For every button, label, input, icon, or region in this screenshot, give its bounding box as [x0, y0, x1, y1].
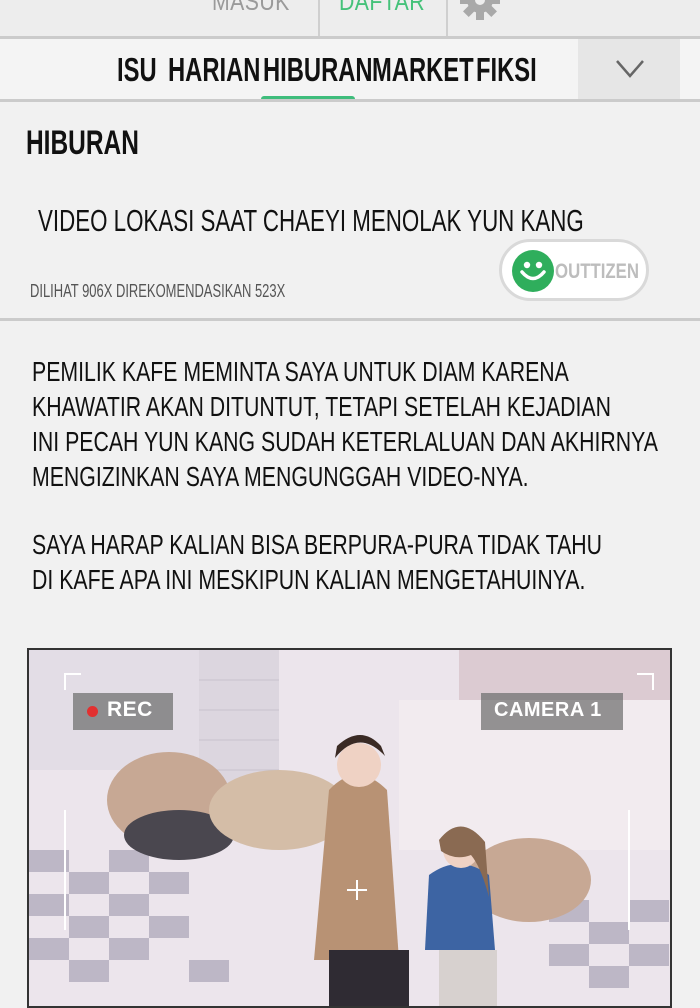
- paragraph-line: MENGIZINKAN SAYA MENGUNGGAH VIDEO-NYA.: [32, 461, 529, 492]
- paragraph: SAYA HARAP KALIAN BISA BERPURA-PURA TIDA…: [32, 527, 700, 597]
- more-categories-button[interactable]: [578, 39, 680, 99]
- comic-panel: REC CAMERA 1: [27, 648, 672, 1008]
- outtizen-badge: OUTTIZEN: [499, 239, 649, 301]
- article-meta: DILIHAT 906X DIREKOMENDASIKAN 523X: [30, 281, 286, 301]
- paragraph-line: PEMILIK KAFE MEMINTA SAYA UNTUK DIAM KAR…: [32, 356, 569, 387]
- paragraph-line: SAYA HARAP KALIAN BISA BERPURA-PURA TIDA…: [32, 529, 603, 560]
- camera-label: CAMERA 1: [494, 699, 602, 721]
- register-link[interactable]: DAFTAR: [339, 0, 425, 17]
- paragraph-line: KHAWATIR AKAN DITUNTUT, TETAPI SETELAH K…: [32, 391, 611, 422]
- smiley-icon: [512, 250, 554, 292]
- chevron-down-icon: [616, 60, 644, 78]
- divider: [446, 0, 448, 36]
- paragraph: PEMILIK KAFE MEMINTA SAYA UNTUK DIAM KAR…: [32, 354, 700, 494]
- gear-icon[interactable]: [458, 0, 502, 22]
- record-dot-icon: [87, 706, 98, 717]
- top-bar: MASUK DAFTAR: [0, 0, 700, 36]
- tab-market[interactable]: MARKET: [372, 53, 474, 87]
- paragraph-line: INI PECAH YUN KANG SUDAH KETERLALUAN DAN…: [32, 426, 658, 457]
- article-title: VIDEO LOKASI SAAT CHAEYI MENOLAK YUN KAN…: [38, 203, 584, 238]
- category-nav: ISU HARIAN HIBURAN MARKET FIKSI: [0, 39, 700, 102]
- divider: [0, 99, 700, 102]
- divider: [0, 318, 700, 321]
- rec-label: REC: [107, 698, 153, 721]
- camera-indicator: CAMERA 1: [481, 693, 623, 730]
- brand-label: OUTTIZEN: [555, 260, 639, 283]
- tab-hiburan[interactable]: HIBURAN: [263, 53, 373, 87]
- section-label: HIBURAN: [26, 124, 139, 162]
- paragraph-line: DI KAFE APA INI MESKIPUN KALIAN MENGETAH…: [32, 564, 586, 595]
- tab-fiksi[interactable]: FIKSI: [476, 53, 537, 87]
- divider: [318, 0, 320, 36]
- rec-indicator: REC: [73, 693, 173, 730]
- tab-isu[interactable]: ISU: [117, 53, 157, 87]
- login-link[interactable]: MASUK: [212, 0, 290, 17]
- tab-harian[interactable]: HARIAN: [168, 53, 260, 87]
